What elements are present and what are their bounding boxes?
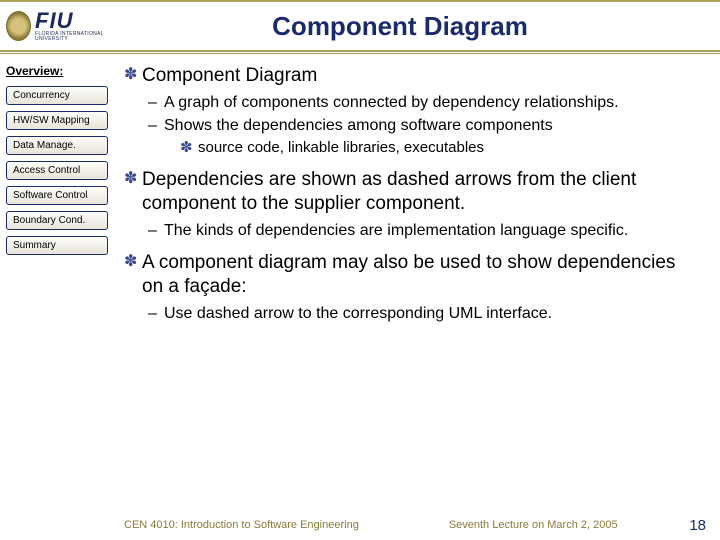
sidebar-item-hwsw-mapping[interactable]: HW/SW Mapping xyxy=(6,111,108,130)
burst-icon: ✽ xyxy=(180,138,198,158)
bullet-l1: ✽ A component diagram may also be used t… xyxy=(124,251,698,299)
bullet-text: Shows the dependencies among software co… xyxy=(164,115,553,136)
bullet-l1: ✽ Component Diagram xyxy=(124,64,698,88)
seal-icon xyxy=(6,11,31,41)
dash-icon: – xyxy=(148,220,164,241)
bullet-l3: ✽ source code, linkable libraries, execu… xyxy=(180,138,698,158)
burst-icon: ✽ xyxy=(124,251,142,299)
header-bar: FIU FLORIDA INTERNATIONAL UNIVERSITY Com… xyxy=(0,0,720,52)
bullet-text: Dependencies are shown as dashed arrows … xyxy=(142,168,698,216)
sidebar-item-software-control[interactable]: Software Control xyxy=(6,186,108,205)
bullet-l2: – Use dashed arrow to the corresponding … xyxy=(148,303,698,324)
bullet-text: Use dashed arrow to the corresponding UM… xyxy=(164,303,552,324)
bullet-text: A component diagram may also be used to … xyxy=(142,251,698,299)
burst-icon: ✽ xyxy=(124,64,142,88)
footer-page-number: 18 xyxy=(689,517,706,534)
bullet-text: Component Diagram xyxy=(142,64,698,88)
sidebar: Overview: Concurrency HW/SW Mapping Data… xyxy=(0,54,118,514)
burst-icon: ✽ xyxy=(124,168,142,216)
fiu-fullname: FLORIDA INTERNATIONAL UNIVERSITY xyxy=(35,32,120,42)
fiu-acronym: FIU xyxy=(35,10,120,32)
bullet-text: A graph of components connected by depen… xyxy=(164,92,619,113)
sidebar-item-access-control[interactable]: Access Control xyxy=(6,161,108,180)
bullet-text: source code, linkable libraries, executa… xyxy=(198,138,484,158)
content-area: ✽ Component Diagram – A graph of compone… xyxy=(118,54,720,514)
footer: CEN 4010: Introduction to Software Engin… xyxy=(0,516,720,534)
dash-icon: – xyxy=(148,115,164,136)
sidebar-item-data-manage[interactable]: Data Manage. xyxy=(6,136,108,155)
footer-lecture: Seventh Lecture on March 2, 2005 xyxy=(449,519,618,531)
bullet-l2: – Shows the dependencies among software … xyxy=(148,115,698,136)
dash-icon: – xyxy=(148,303,164,324)
sidebar-item-concurrency[interactable]: Concurrency xyxy=(6,86,108,105)
sidebar-item-boundary-cond[interactable]: Boundary Cond. xyxy=(6,211,108,230)
dash-icon: – xyxy=(148,92,164,113)
fiu-text: FIU FLORIDA INTERNATIONAL UNIVERSITY xyxy=(35,10,120,42)
page-title: Component Diagram xyxy=(120,11,720,42)
bullet-l2: – A graph of components connected by dep… xyxy=(148,92,698,113)
overview-label: Overview: xyxy=(6,64,112,78)
fiu-logo: FIU FLORIDA INTERNATIONAL UNIVERSITY xyxy=(0,3,120,49)
footer-course: CEN 4010: Introduction to Software Engin… xyxy=(124,519,359,531)
bullet-l2: – The kinds of dependencies are implemen… xyxy=(148,220,698,241)
bullet-l1: ✽ Dependencies are shown as dashed arrow… xyxy=(124,168,698,216)
sidebar-item-summary[interactable]: Summary xyxy=(6,236,108,255)
bullet-text: The kinds of dependencies are implementa… xyxy=(164,220,628,241)
